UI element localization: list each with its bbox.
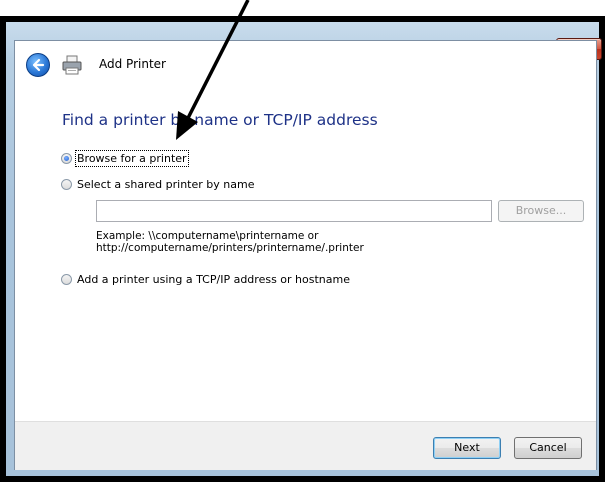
wizard-header: Add Printer — [15, 41, 596, 89]
wizard-client-area: Add Printer Find a printer by name or TC… — [14, 40, 597, 470]
back-arrow-icon — [32, 58, 45, 72]
radio-tcpip[interactable] — [61, 274, 72, 285]
radio-browse[interactable] — [61, 153, 72, 164]
option-label: Browse for a printer — [75, 150, 189, 167]
shared-printer-name-input[interactable] — [96, 200, 492, 222]
back-button[interactable] — [26, 53, 50, 77]
example-line-1: Example: \\computername\printername or — [96, 230, 319, 242]
next-button[interactable]: Next — [433, 437, 501, 459]
example-line-2: http://computername/printers/printername… — [96, 242, 364, 254]
browse-button[interactable]: Browse... — [498, 200, 584, 222]
example-text: Example: \\computername\printername or h… — [96, 230, 364, 254]
window-title: Add Printer — [99, 57, 166, 71]
printer-icon — [62, 55, 82, 75]
option-label: Add a printer using a TCP/IP address or … — [77, 273, 350, 286]
radio-shared[interactable] — [61, 179, 72, 190]
wizard-footer: Next Cancel — [15, 421, 596, 470]
option-label: Select a shared printer by name — [77, 178, 255, 191]
page-heading: Find a printer by name or TCP/IP address — [62, 111, 378, 129]
cancel-button[interactable]: Cancel — [514, 437, 582, 459]
